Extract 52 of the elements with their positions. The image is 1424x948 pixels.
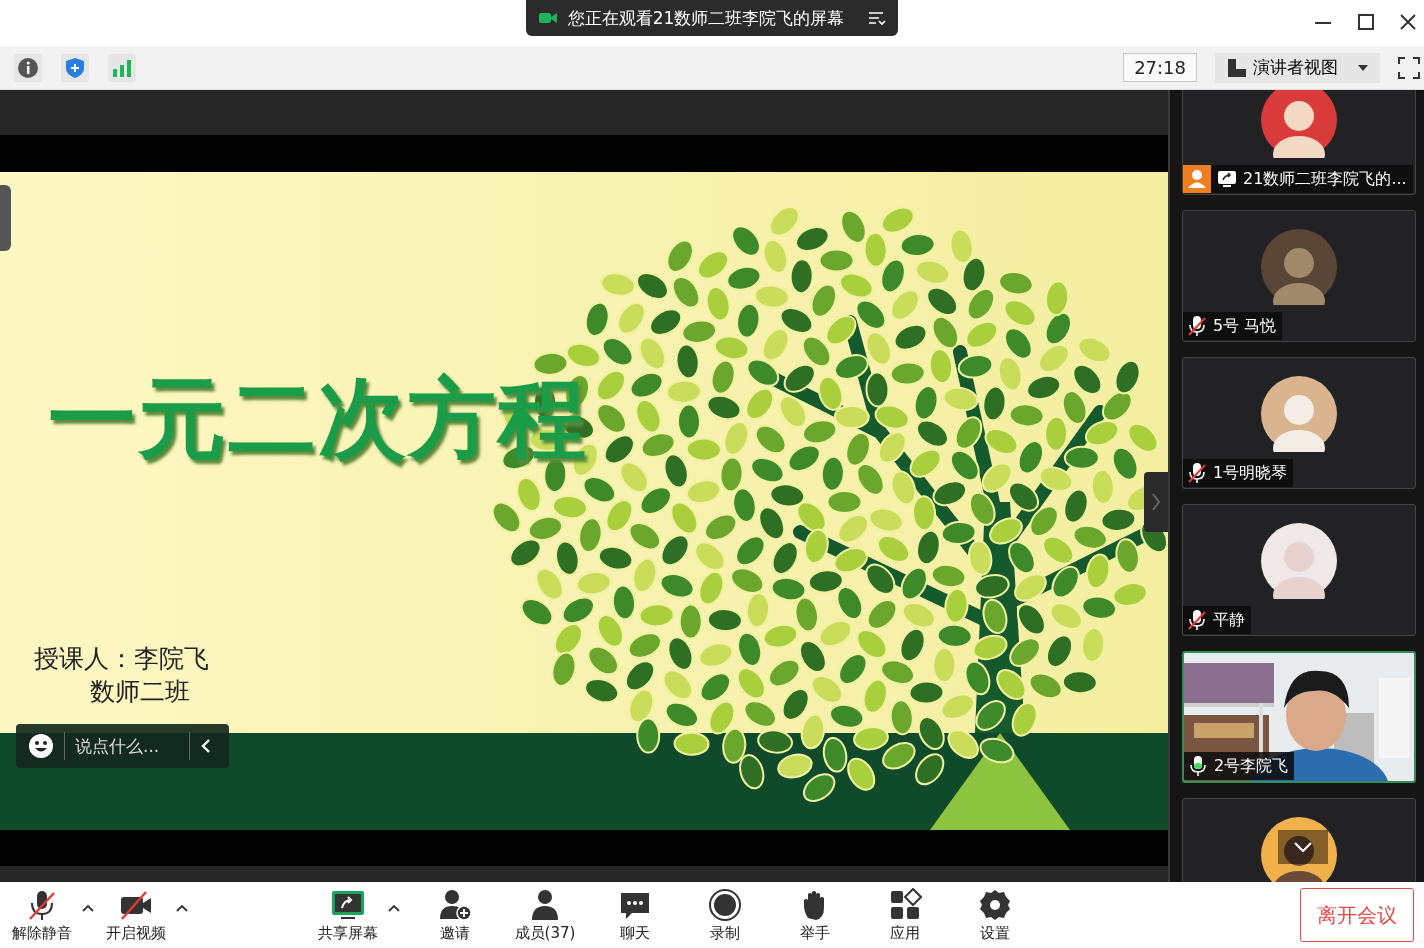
fullscreen-icon[interactable]	[1398, 56, 1420, 79]
scroll-down-button[interactable]	[1278, 830, 1328, 864]
menu-icon[interactable]	[868, 10, 887, 26]
name-label: 21数师二班李院飞的...	[1183, 165, 1413, 193]
meeting-timer: 27:18	[1123, 53, 1197, 82]
participant-tile[interactable]: 平静	[1182, 504, 1416, 636]
chat-input[interactable]: 说点什么...	[75, 736, 179, 756]
caret-icon[interactable]	[388, 904, 400, 912]
record-icon	[708, 887, 742, 922]
toolbar-button[interactable]: 解除静音	[6, 885, 78, 945]
toolbar-button[interactable]: 录制	[684, 885, 766, 945]
caret-icon	[1358, 64, 1368, 71]
caret-icon[interactable]	[82, 904, 94, 912]
security-button[interactable]	[61, 53, 89, 82]
toolbar-button[interactable]: 成员(37)	[504, 885, 586, 945]
panel-toggle[interactable]	[1144, 472, 1168, 532]
screen-share-icon	[1217, 169, 1237, 189]
toolbar-button[interactable]: 举手	[774, 885, 856, 945]
name-label: 2号李院飞	[1184, 752, 1295, 780]
notice-text: 您正在观看21数师二班李院飞的屏幕	[567, 6, 845, 30]
toolbar-button[interactable]: 应用	[864, 885, 946, 945]
collapse-icon[interactable]	[200, 738, 212, 754]
toolbar-button[interactable]: 聊天	[594, 885, 676, 945]
toolbar-button[interactable]: 设置	[954, 885, 1036, 945]
apps-icon	[888, 887, 922, 922]
info-button[interactable]	[14, 53, 42, 82]
caret-icon[interactable]	[176, 904, 188, 912]
participant-tile[interactable]: 1号明晓琴	[1182, 357, 1416, 489]
participant-tile[interactable]: 5号 马悦	[1182, 210, 1416, 342]
leave-button[interactable]: 离开会议	[1300, 888, 1414, 942]
chevron-down-icon	[1293, 841, 1313, 853]
participant-tile[interactable]: 2号李院飞	[1182, 651, 1416, 783]
toolbar-button[interactable]: 邀请	[414, 885, 496, 945]
participant-tile[interactable]: 21数师二班李院飞的...	[1182, 90, 1416, 195]
settings-icon	[978, 887, 1012, 922]
toolbar-button[interactable]: 共享屏幕	[312, 885, 384, 945]
presenter-line: 数师二班	[89, 676, 191, 708]
layout-icon	[1227, 57, 1247, 78]
presenter-line: 授课人：李院飞	[34, 643, 209, 675]
chevron-right-icon	[1151, 492, 1161, 512]
emoji-icon[interactable]	[28, 733, 54, 759]
maximize-icon[interactable]	[1358, 14, 1374, 30]
name-label: 5号 马悦	[1183, 312, 1283, 340]
view-button[interactable]: 演讲者视图	[1215, 52, 1380, 83]
toolbar-button[interactable]: 开启视频	[100, 885, 172, 945]
name-label: 1号明晓琴	[1183, 459, 1294, 487]
slide-title: 一元二次方程	[48, 366, 588, 472]
camera-icon	[537, 10, 558, 26]
side-handle[interactable]	[0, 185, 11, 251]
close-icon[interactable]	[1400, 14, 1416, 30]
name-label: 平静	[1183, 606, 1251, 634]
add-person-icon	[438, 887, 472, 922]
